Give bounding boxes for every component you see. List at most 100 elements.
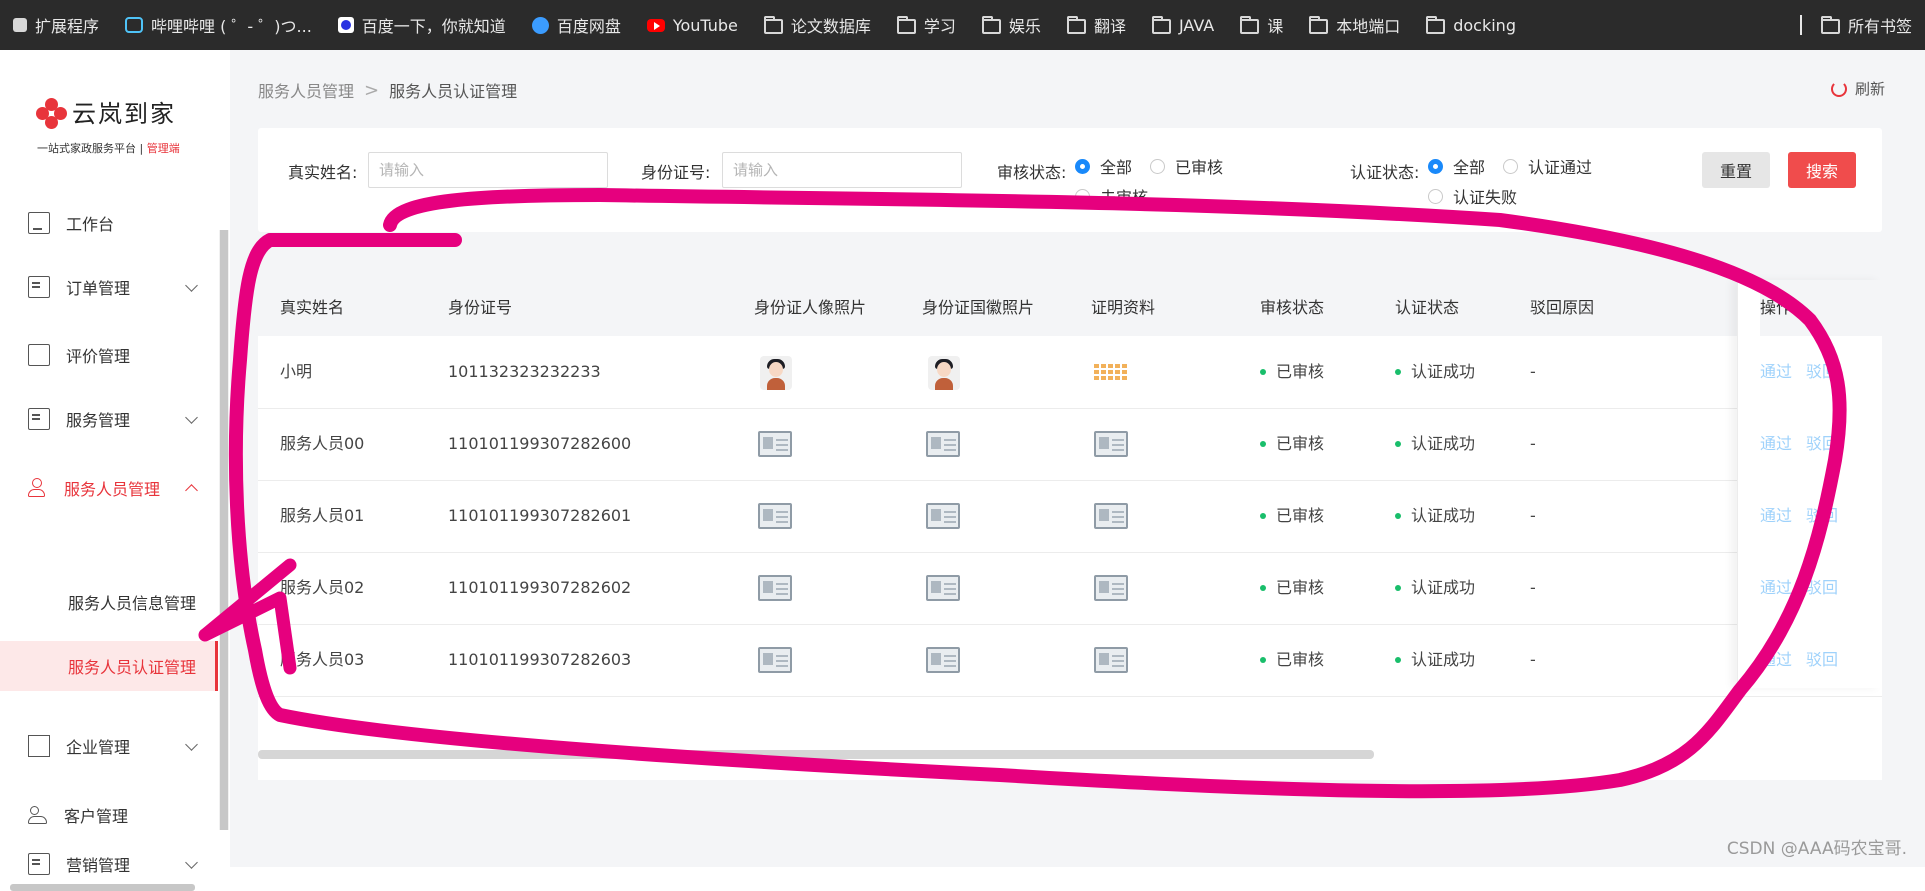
column-header-audit-status[interactable]: 审核状态 [1260,280,1324,336]
name-search-input[interactable] [368,152,608,188]
bookmark-extensions[interactable]: 扩展程序 [0,0,112,50]
table-row[interactable]: 服务人员02 110101199307282602 已审核 认证成功 - [258,552,1882,625]
cert-radio-all[interactable]: 全部 [1428,154,1485,178]
column-header-reject-reason[interactable]: 驳回原因 [1530,280,1594,336]
sidebar-item-enterprise[interactable]: 企业管理 [0,718,220,774]
emblem-photo-thumbnail[interactable] [926,431,960,457]
column-header-portrait-photo[interactable]: 身份证人像照片 [754,280,866,336]
reject-link[interactable]: 驳回 [1806,578,1838,597]
audit-radio-all[interactable]: 全部 [1075,154,1132,178]
portrait-photo-thumbnail[interactable] [758,647,792,673]
bookmark-baidu-pan[interactable]: 百度网盘 [519,0,634,50]
column-header-cert-status[interactable]: 认证状态 [1395,280,1459,336]
bookmark-folder-course[interactable]: 课 [1227,0,1296,50]
brand-name: 云岚到家 [72,100,176,128]
bookmark-folder-java[interactable]: JAVA [1139,0,1227,50]
reject-link[interactable]: 驳回 [1806,362,1838,381]
brand-subtitle: 一站式家政服务平台 | 管理端 [37,142,180,155]
table-horizontal-scrollbar[interactable] [258,750,1374,759]
search-button[interactable]: 搜索 [1788,152,1856,188]
refresh-button[interactable]: 刷新 [1830,78,1885,99]
document-thumbnail[interactable] [1094,431,1128,457]
bookmark-folder-papers[interactable]: 论文数据库 [751,0,884,50]
status-dot-icon [1260,513,1266,519]
column-header-documents[interactable]: 证明资料 [1091,280,1155,336]
reject-link[interactable]: 驳回 [1806,650,1838,669]
bookmarks-bar: 扩展程序 哔哩哔哩 ( ゜- ゜)つ... 百度一下，你就知道 百度网盘 You… [0,0,1925,50]
chevron-up-icon [185,483,198,497]
approve-link[interactable]: 通过 [1760,362,1792,381]
sidebar-horizontal-scrollbar[interactable] [10,884,195,891]
sidebar-item-orders[interactable]: 订单管理 [0,259,220,315]
emblem-photo-thumbnail[interactable] [926,647,960,673]
sidebar-item-marketing[interactable]: 营销管理 [0,849,220,879]
bookmark-folder-study[interactable]: 学习 [884,0,969,50]
portrait-photo-thumbnail[interactable] [760,356,792,390]
column-header-emblem-photo[interactable]: 身份证国徽照片 [922,280,1034,336]
filter-panel: 真实姓名: 身份证号: 审核状态: 全部 已审核 未审核 认证状态: 全部 认证… [258,128,1882,232]
sidebar-item-workbench[interactable]: 工作台 [0,195,220,251]
emblem-photo-thumbnail[interactable] [928,356,960,390]
bookmark-youtube[interactable]: YouTube [634,0,751,50]
edit-icon [28,344,50,366]
folder-icon [1820,16,1840,34]
approve-link[interactable]: 通过 [1760,578,1792,597]
bookmark-baidu[interactable]: 百度一下，你就知道 [325,0,519,50]
approve-link[interactable]: 通过 [1760,434,1792,453]
emblem-photo-thumbnail[interactable] [926,503,960,529]
audit-radio-reviewed[interactable]: 已审核 [1150,154,1223,178]
document-thumbnail[interactable] [1094,364,1128,380]
cert-radio-passed[interactable]: 认证通过 [1503,154,1592,178]
cert-radio-failed[interactable]: 认证失败 [1428,184,1517,208]
folder-icon [1426,16,1446,34]
table-row[interactable]: 小明 101132323232233 已审核 认证成功 - [258,336,1882,409]
cell-reject-reason: - [1530,362,1536,381]
bookmark-folder-translate[interactable]: 翻译 [1054,0,1139,50]
sidebar-item-services[interactable]: 服务管理 [0,391,220,447]
portrait-photo-thumbnail[interactable] [758,431,792,457]
sidebar-scrollbar[interactable] [220,230,228,830]
breadcrumb-separator: > [364,79,380,101]
bookmark-folder-fun[interactable]: 娱乐 [969,0,1054,50]
portrait-photo-thumbnail[interactable] [758,575,792,601]
reject-link[interactable]: 驳回 [1806,434,1838,453]
approve-link[interactable]: 通过 [1760,650,1792,669]
sidebar-item-reviews[interactable]: 评价管理 [0,327,220,383]
emblem-photo-thumbnail[interactable] [926,575,960,601]
bookmark-folder-docking[interactable]: docking [1413,0,1529,50]
status-dot-icon [1395,657,1401,663]
audit-radio-unreviewed[interactable]: 未审核 [1075,184,1148,208]
id-search-input[interactable] [722,152,962,188]
cell-name: 服务人员03 [280,650,365,669]
breadcrumb-parent[interactable]: 服务人员管理 [258,78,354,102]
column-header-id[interactable]: 身份证号 [448,280,512,336]
sidebar-subitem-staff-info[interactable]: 服务人员信息管理 [0,577,218,627]
bookmark-folder-local-port[interactable]: 本地端口 [1296,0,1413,50]
reject-link[interactable]: 驳回 [1806,506,1838,525]
cert-filter-label: 认证状态: [1350,163,1420,182]
sidebar-item-staff[interactable]: 服务人员管理 [0,460,220,516]
bookmark-bilibili[interactable]: 哔哩哔哩 ( ゜- ゜)つ... [112,0,325,50]
cert-status: 认证成功 [1395,624,1475,696]
bookmark-all[interactable]: 所有书签 [1808,0,1925,50]
table-row[interactable]: 服务人员00 110101199307282600 已审核 认证成功 - [258,408,1882,481]
document-thumbnail[interactable] [1094,503,1128,529]
user-icon [28,478,48,498]
cert-status: 认证成功 [1395,480,1475,552]
sidebar-subitem-staff-cert[interactable]: 服务人员认证管理 [0,641,218,691]
approve-link[interactable]: 通过 [1760,506,1792,525]
table-row[interactable]: 服务人员01 110101199307282601 已审核 认证成功 - [258,480,1882,553]
reset-button[interactable]: 重置 [1702,152,1770,188]
table-row[interactable]: 服务人员03 110101199307282603 已审核 认证成功 - [258,624,1882,697]
folder-icon [896,16,916,34]
status-dot-icon [1260,441,1266,447]
column-header-name[interactable]: 真实姓名 [280,280,344,336]
document-thumbnail[interactable] [1094,647,1128,673]
document-thumbnail[interactable] [1094,575,1128,601]
audit-status: 已审核 [1260,336,1324,408]
chevron-down-icon [185,737,198,751]
sidebar-item-customers[interactable]: 客户管理 [0,787,220,843]
clipboard-icon [28,276,50,298]
portrait-photo-thumbnail[interactable] [758,503,792,529]
watermark: CSDN @AAA码农宝哥. [1726,839,1907,859]
